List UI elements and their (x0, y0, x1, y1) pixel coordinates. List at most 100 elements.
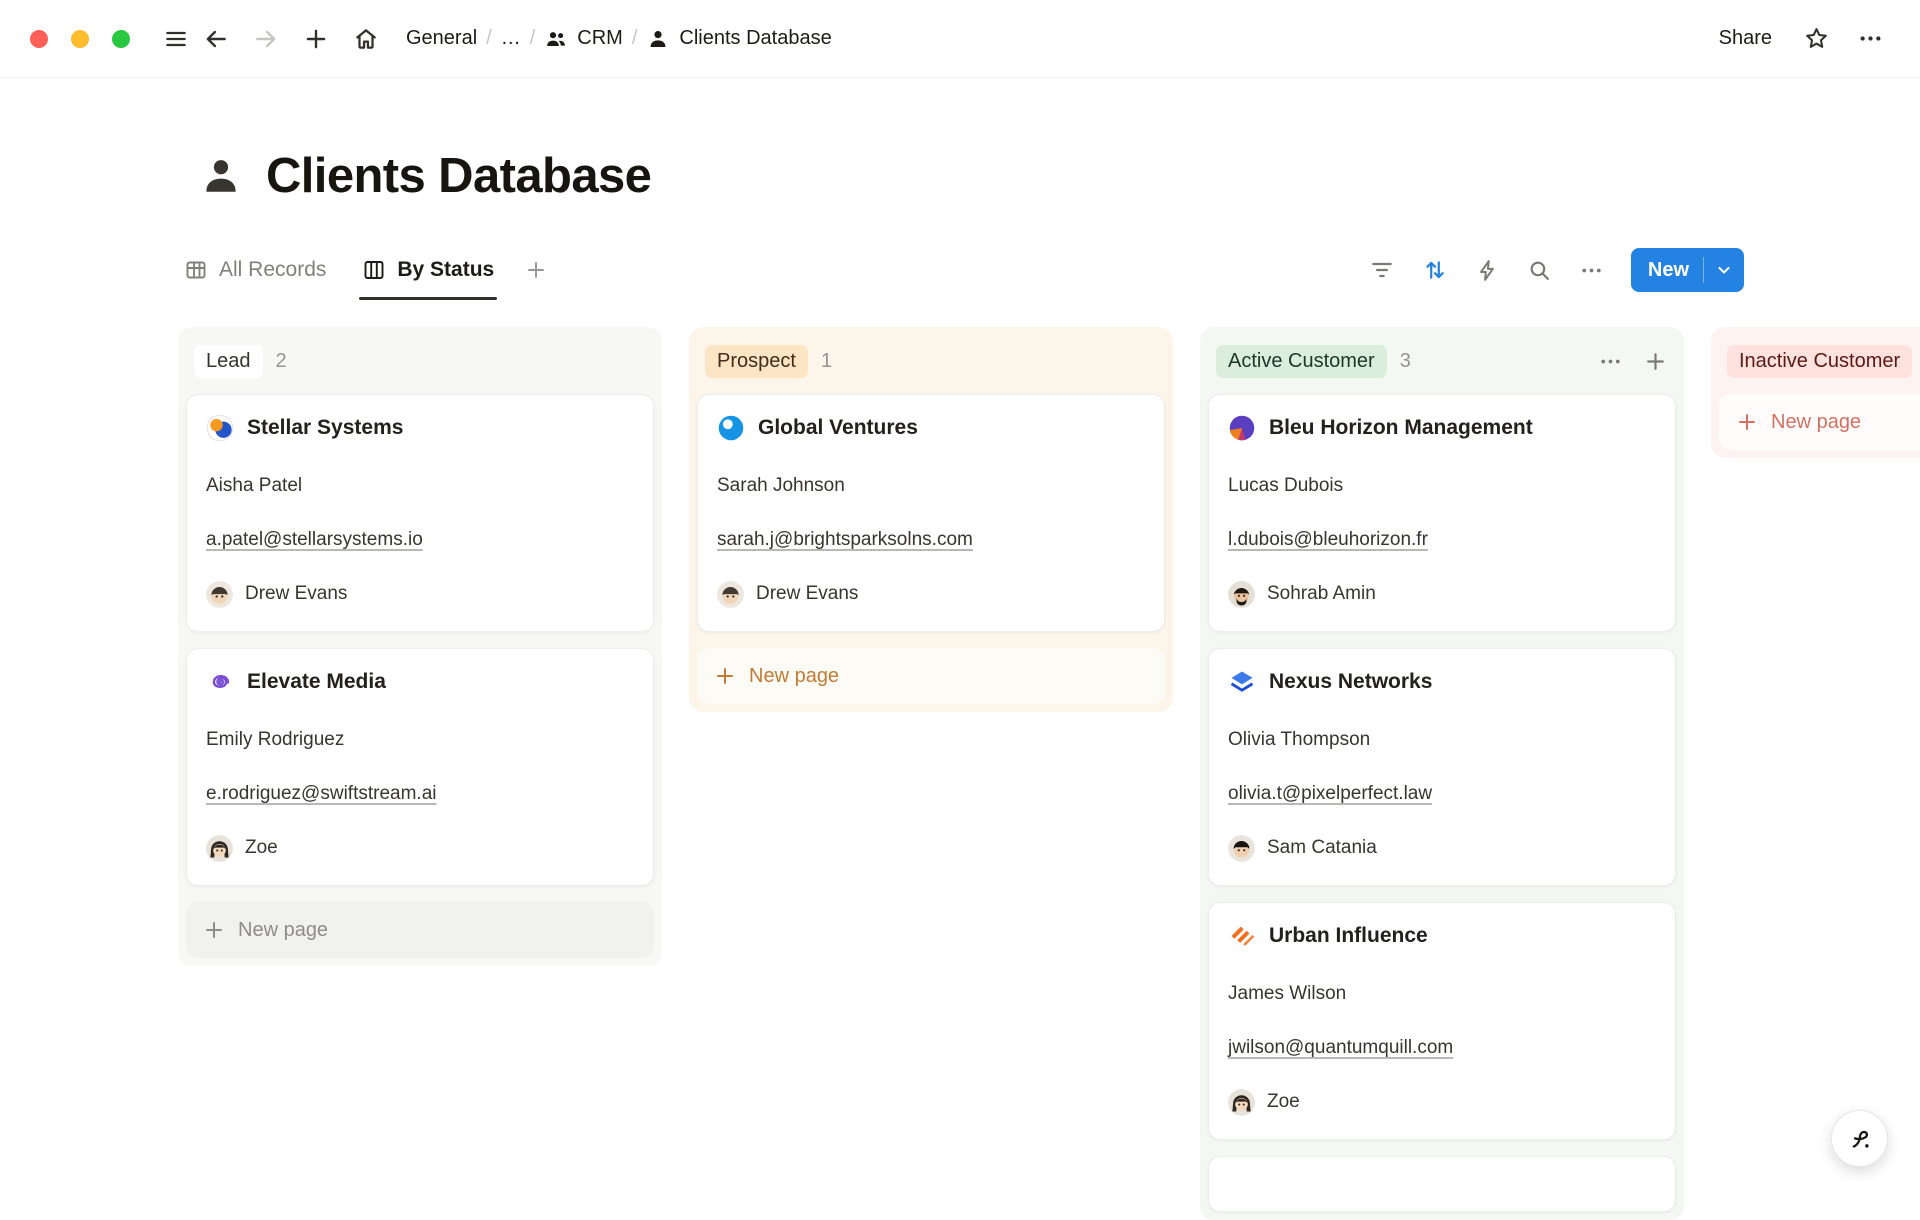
email-link[interactable]: e.rodriguez@swiftstream.ai (204, 779, 438, 809)
column-count: 1 (821, 350, 832, 373)
column-more-button[interactable] (1598, 349, 1623, 374)
window-controls (30, 30, 130, 48)
tab-label: All Records (219, 258, 326, 282)
column-header: Inactive Customer (1719, 335, 1920, 394)
contact-name: Emily Rodriguez (204, 725, 636, 755)
ellipsis-icon (1857, 25, 1884, 52)
column-add-card-button[interactable] (1643, 349, 1668, 374)
close-window-button[interactable] (30, 30, 48, 48)
sidebar-toggle-button[interactable] (156, 19, 196, 59)
table-view-icon (184, 258, 208, 282)
forward-arrow-icon (253, 26, 279, 52)
search-icon (1527, 258, 1552, 283)
new-tab-button[interactable] (296, 19, 336, 59)
board-view-icon (362, 258, 386, 282)
new-page-button-prospect[interactable]: New page (697, 648, 1165, 704)
tab-by-status[interactable]: By Status (362, 240, 494, 300)
ellipsis-icon (1579, 258, 1604, 283)
ellipsis-icon (1598, 349, 1623, 374)
blue-layers-logo (1228, 668, 1256, 696)
back-button[interactable] (196, 19, 236, 59)
owner-field: Sohrab Amin (1226, 579, 1658, 609)
owner-field: Drew Evans (715, 579, 1147, 609)
status-badge-prospect[interactable]: Prospect (705, 345, 808, 378)
tab-all-records[interactable]: All Records (184, 240, 326, 300)
email-link[interactable]: l.dubois@bleuhorizon.fr (1226, 525, 1430, 555)
forward-button[interactable] (246, 19, 286, 59)
card-nexus-networks[interactable]: Nexus Networks Olivia Thompson olivia.t@… (1208, 648, 1676, 886)
plus-icon (524, 258, 548, 282)
card-elevate-media[interactable]: Elevate Media Emily Rodriguez e.rodrigue… (186, 648, 654, 886)
status-badge-lead[interactable]: Lead (194, 345, 263, 378)
new-record-button[interactable]: New (1631, 259, 1703, 282)
breadcrumb-item-clients-database[interactable]: Clients Database (638, 23, 839, 55)
breadcrumb-item-general[interactable]: General (398, 23, 485, 54)
view-more-button[interactable] (1579, 258, 1604, 283)
new-record-dropdown-button[interactable] (1704, 260, 1744, 280)
status-badge-active-customer[interactable]: Active Customer (1216, 345, 1387, 378)
board-column-lead: Lead 2 Stellar Systems Aisha Patel a.pat… (178, 327, 662, 966)
email-link[interactable]: olivia.t@pixelperfect.law (1226, 779, 1434, 809)
breadcrumb-clients-database-label: Clients Database (679, 27, 831, 50)
card-title: Bleu Horizon Management (1269, 416, 1533, 440)
share-button[interactable]: Share (1709, 21, 1782, 56)
contact-name: Olivia Thompson (1226, 725, 1658, 755)
email-link[interactable]: a.patel@stellarsystems.io (204, 525, 425, 555)
titlebar-actions: Share (1709, 19, 1890, 59)
plus-icon (713, 664, 737, 688)
purple-spiral-logo (206, 668, 234, 696)
plus-icon (303, 26, 329, 52)
breadcrumb-ellipsis[interactable]: … (493, 23, 529, 54)
card-partial[interactable] (1208, 1156, 1676, 1212)
chevron-down-icon (1714, 260, 1734, 280)
breadcrumb-separator: / (631, 27, 639, 50)
sort-button[interactable] (1422, 257, 1448, 283)
contact-name: Aisha Patel (204, 471, 636, 501)
status-badge-inactive-customer[interactable]: Inactive Customer (1727, 345, 1912, 378)
avatar-zoe (1228, 1089, 1255, 1116)
card-stellar-systems[interactable]: Stellar Systems Aisha Patel a.patel@stel… (186, 394, 654, 632)
breadcrumb-item-crm[interactable]: CRM (536, 23, 631, 55)
orange-stripes-logo (1228, 922, 1256, 950)
contact-name: Lucas Dubois (1226, 471, 1658, 501)
more-options-button[interactable] (1850, 19, 1890, 59)
new-page-button-lead[interactable]: New page (186, 902, 654, 958)
page-header: Clients Database (198, 148, 651, 204)
search-button[interactable] (1527, 258, 1552, 283)
page-person-icon (198, 153, 244, 199)
owner-field: Zoe (1226, 1087, 1658, 1117)
view-toolbar: New (1369, 248, 1744, 292)
email-link[interactable]: jwilson@quantumquill.com (1226, 1033, 1455, 1063)
board-column-prospect: Prospect 1 Global Ventures Sarah Johnson… (689, 327, 1173, 712)
minimize-window-button[interactable] (71, 30, 89, 48)
new-page-label: New page (238, 919, 328, 942)
avatar-drew-evans (206, 581, 233, 608)
filter-button[interactable] (1369, 257, 1395, 283)
new-page-button-inactive[interactable]: New page (1719, 394, 1920, 450)
plus-icon (1735, 410, 1759, 434)
owner-field: Zoe (204, 833, 636, 863)
card-global-ventures[interactable]: Global Ventures Sarah Johnson sarah.j@br… (697, 394, 1165, 632)
avatar-zoe (206, 835, 233, 862)
favorite-star-button[interactable] (1796, 19, 1836, 59)
ai-face-icon (1845, 1124, 1875, 1154)
avatar-sam-catania (1228, 835, 1255, 862)
ai-assistant-button[interactable] (1831, 1110, 1888, 1167)
column-header: Prospect 1 (697, 335, 1165, 394)
email-link[interactable]: sarah.j@brightsparksolns.com (715, 525, 975, 555)
owner-name: Sohrab Amin (1267, 579, 1376, 609)
board-column-inactive-customer: Inactive Customer New page (1711, 327, 1920, 458)
breadcrumb-separator: / (529, 27, 537, 50)
home-icon (353, 26, 379, 52)
card-title: Global Ventures (758, 416, 918, 440)
home-button[interactable] (346, 19, 386, 59)
add-view-button[interactable] (524, 258, 548, 282)
view-tabs: All Records By Status (184, 240, 548, 300)
card-urban-influence[interactable]: Urban Influence James Wilson jwilson@qua… (1208, 902, 1676, 1140)
contact-name: James Wilson (1226, 979, 1658, 1009)
window-titlebar: General / … / CRM / Clients Database Sha… (0, 0, 1920, 78)
back-arrow-icon (203, 26, 229, 52)
automation-button[interactable] (1475, 258, 1500, 283)
zoom-window-button[interactable] (112, 30, 130, 48)
card-bleu-horizon-management[interactable]: Bleu Horizon Management Lucas Dubois l.d… (1208, 394, 1676, 632)
